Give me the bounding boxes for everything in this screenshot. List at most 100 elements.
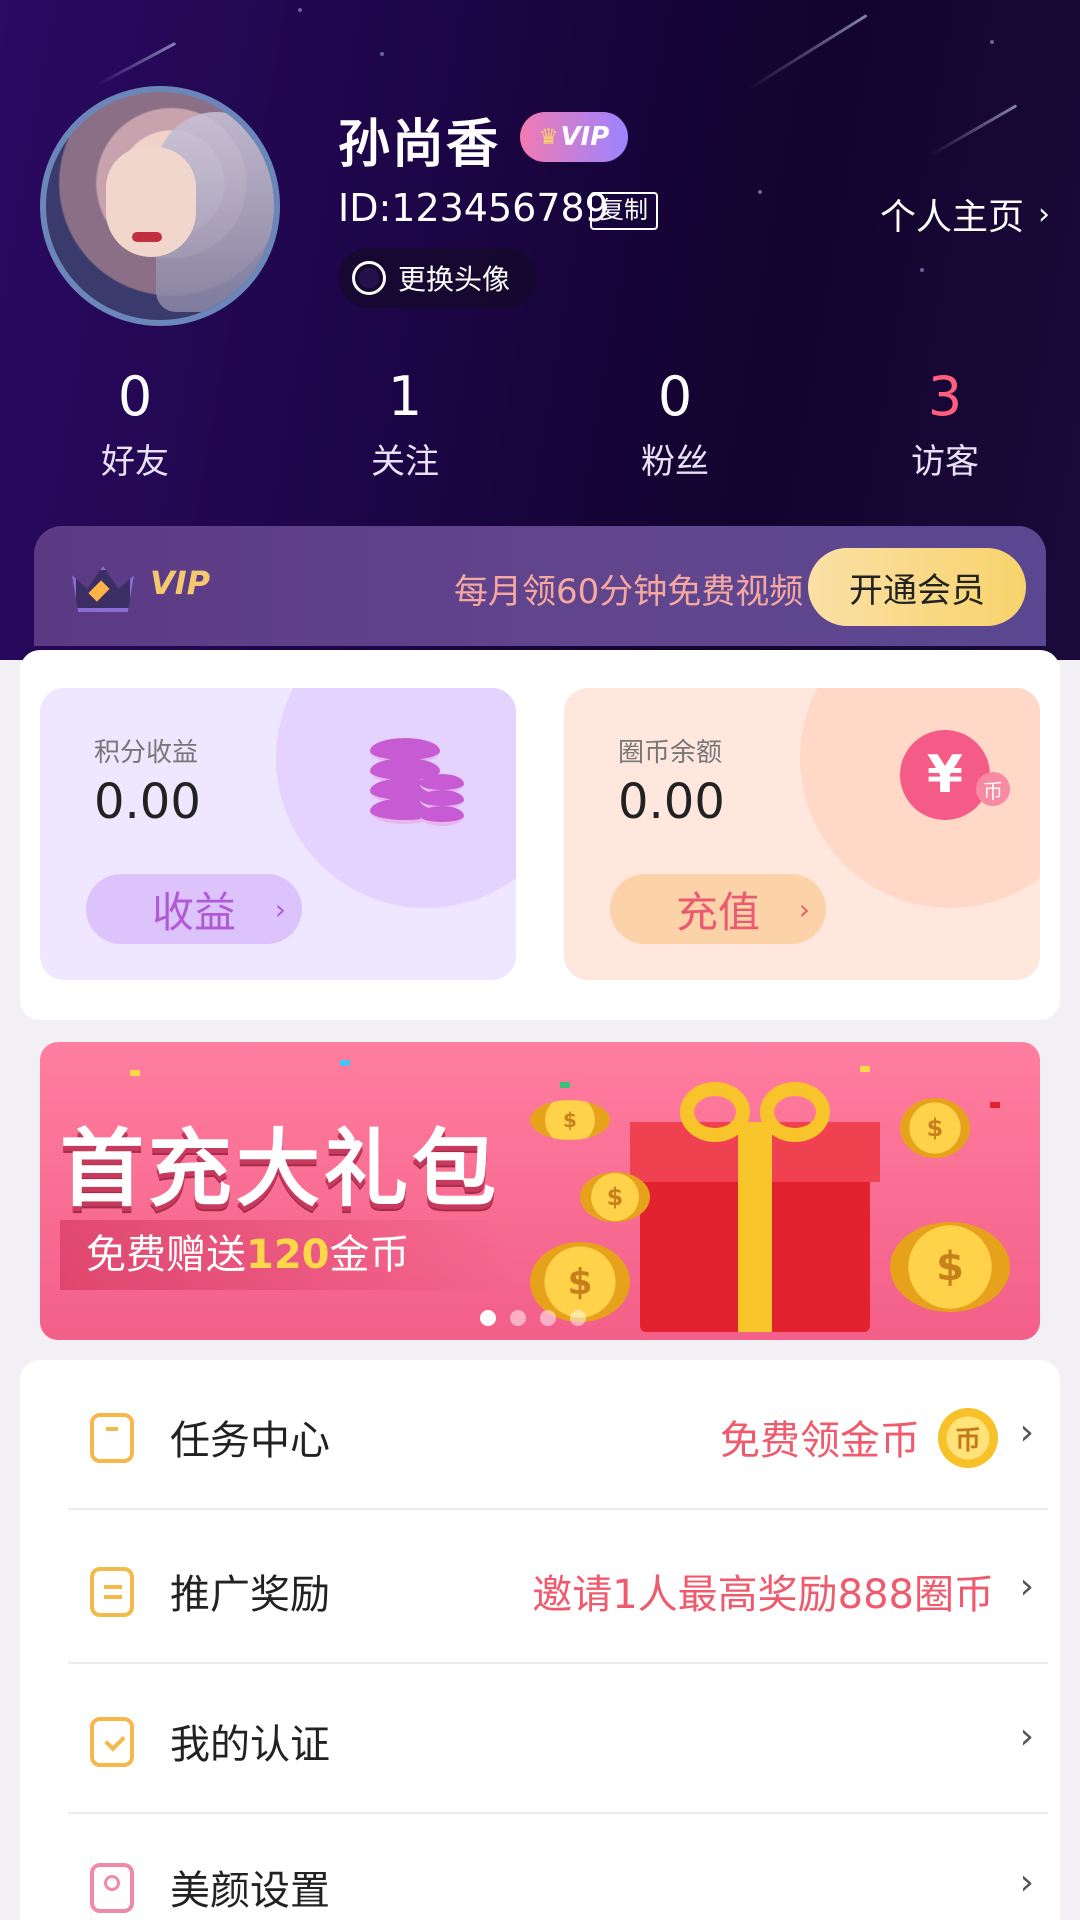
points-card: 积分收益 0.00 收益 › [40, 688, 516, 980]
stat-label: 好友 [101, 442, 169, 482]
confetti-decoration [130, 1070, 140, 1076]
promo-icon [90, 1567, 134, 1617]
change-avatar-button[interactable]: 更换头像 [338, 248, 536, 308]
avatar-image [40, 86, 280, 326]
earnings-button[interactable]: 收益 › [86, 874, 302, 944]
pagination-dot[interactable] [510, 1310, 526, 1326]
stat-label: 粉丝 [641, 442, 709, 482]
yen-icon: ¥ [900, 730, 990, 820]
pagination-dot[interactable] [570, 1310, 586, 1326]
vip-badge: ♛ VIP [520, 112, 628, 162]
menu-item-label: 我的认证 [170, 1722, 330, 1768]
confetti-decoration [990, 1102, 1000, 1108]
stat-visitors[interactable]: 3 访客 [810, 362, 1080, 492]
stat-friends[interactable]: 0 好友 [0, 362, 270, 492]
avatar[interactable] [40, 86, 286, 332]
homepage-link[interactable]: 个人主页 › [880, 188, 1050, 240]
promo-banner[interactable]: 首充大礼包 免费赠送120金币 $ $ $ $ $ [40, 1042, 1040, 1340]
settings-menu: 任务中心 免费领金币 币 › 推广奖励 邀请1人最高奖励888圈币 › 我的认证… [20, 1360, 1060, 1920]
menu-item-label: 任务中心 [170, 1418, 330, 1464]
beauty-icon [90, 1863, 134, 1913]
coins-title: 圈币余额 [618, 738, 723, 768]
menu-item-promotion-reward[interactable]: 推广奖励 邀请1人最高奖励888圈币 › [68, 1514, 1048, 1664]
chevron-right-icon: › [798, 892, 810, 926]
vip-logo: VIP [68, 552, 210, 614]
confetti-decoration [860, 1066, 870, 1072]
chevron-right-icon: › [1038, 196, 1050, 232]
open-membership-button[interactable]: 开通会员 [808, 548, 1026, 626]
wallet-panel: 积分收益 0.00 收益 › 圈币余额 0.00 ¥ 币 充值 › [20, 650, 1060, 1020]
menu-item-beauty-settings[interactable]: 美颜设置 › [68, 1810, 1048, 1920]
meteor-decoration [747, 14, 868, 91]
pagination-dot[interactable] [540, 1310, 556, 1326]
star-decoration [298, 8, 302, 12]
stat-following[interactable]: 1 关注 [270, 362, 540, 492]
recharge-button-label: 充值 [675, 887, 760, 937]
coin-icon: $ [580, 1172, 650, 1222]
auth-icon [90, 1717, 134, 1767]
copy-id-button[interactable]: 复制 [590, 192, 658, 230]
star-decoration [920, 268, 924, 272]
points-amount: 0.00 [94, 774, 201, 830]
crown-icon [68, 552, 130, 614]
coin-stack-icon [370, 728, 480, 828]
earnings-button-label: 收益 [151, 887, 236, 937]
confetti-decoration [560, 1082, 570, 1088]
vip-promo-bar: VIP 每月领60分钟免费视频 开通会员 [34, 526, 1046, 646]
chevron-right-icon: › [1019, 1862, 1034, 1903]
stat-value: 1 [387, 365, 423, 428]
profile-header: 孙尚香 ♛ VIP ID:123456789 复制 更换头像 个人主页 › 0 … [0, 0, 1080, 660]
banner-subtitle: 免费赠送120金币 [60, 1220, 516, 1290]
stat-value: 0 [117, 365, 153, 428]
banner-sub-prefix: 免费赠送 [86, 1232, 246, 1278]
banner-pagination [480, 1310, 586, 1326]
profile-page: 孙尚香 ♛ VIP ID:123456789 复制 更换头像 个人主页 › 0 … [0, 0, 1080, 1920]
star-decoration [758, 190, 762, 194]
chevron-right-icon: › [1019, 1566, 1034, 1607]
chevron-right-icon: › [1019, 1716, 1034, 1757]
menu-item-verification[interactable]: 我的认证 › [68, 1664, 1048, 1814]
banner-headline: 首充大礼包 [60, 1120, 501, 1218]
stat-label: 关注 [371, 442, 439, 482]
recharge-button[interactable]: 充值 › [610, 874, 826, 944]
stat-value: 0 [657, 365, 693, 428]
menu-item-hint: 免费领金币 [720, 1418, 920, 1464]
crown-icon: ♛ [538, 124, 559, 150]
coin-icon: $ [900, 1098, 970, 1158]
coins-amount: 0.00 [618, 774, 725, 830]
coin-icon: $ [890, 1222, 1010, 1312]
confetti-decoration [340, 1060, 350, 1066]
points-title: 积分收益 [94, 738, 199, 768]
coin-icon: $ [530, 1100, 610, 1140]
banner-sub-amount: 120 [246, 1232, 330, 1278]
chevron-right-icon: › [274, 892, 286, 926]
coins-card: 圈币余额 0.00 ¥ 币 充值 › [564, 688, 1040, 980]
change-avatar-label: 更换头像 [398, 263, 511, 296]
task-icon [90, 1413, 134, 1463]
star-decoration [990, 40, 994, 44]
chevron-right-icon: › [1019, 1412, 1034, 1453]
vip-promo-text: 每月领60分钟免费视频 [454, 572, 804, 612]
vip-badge-label: VIP [560, 122, 610, 152]
gold-coin-icon: 币 [938, 1408, 998, 1468]
user-id: ID:123456789 [338, 186, 609, 230]
gift-box-icon [630, 1122, 880, 1332]
username: 孙尚香 [338, 115, 501, 175]
meteor-decoration [929, 104, 1018, 157]
menu-item-task-center[interactable]: 任务中心 免费领金币 币 › [68, 1360, 1048, 1510]
gift-bow-icon [680, 1082, 830, 1152]
menu-item-label: 美颜设置 [170, 1868, 330, 1914]
coin-small-icon: 币 [976, 772, 1010, 806]
stat-value: 3 [927, 365, 963, 428]
stat-fans[interactable]: 0 粉丝 [540, 362, 810, 492]
divider [68, 1508, 1048, 1510]
refresh-icon [352, 261, 386, 295]
pagination-dot[interactable] [480, 1310, 496, 1326]
star-decoration [380, 52, 384, 56]
menu-item-label: 推广奖励 [170, 1572, 330, 1618]
stat-label: 访客 [911, 442, 979, 482]
homepage-label: 个人主页 [879, 197, 1024, 238]
meteor-decoration [95, 41, 177, 87]
menu-item-hint: 邀请1人最高奖励888圈币 [532, 1572, 994, 1618]
stats-row: 0 好友 1 关注 0 粉丝 3 访客 [0, 362, 1080, 492]
